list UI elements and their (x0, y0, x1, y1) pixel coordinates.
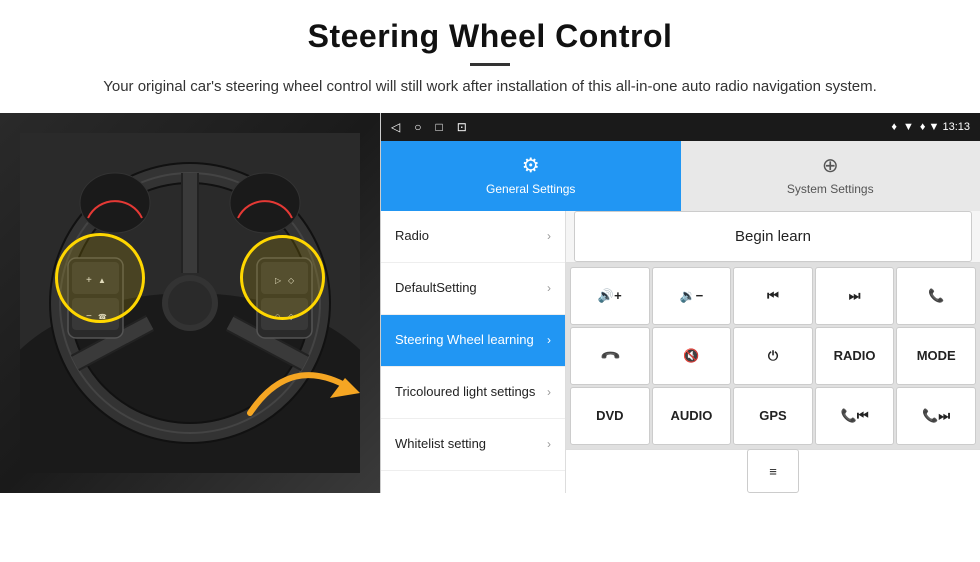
right-highlight-circle (240, 235, 325, 320)
content-area: + ▲ − ☎ ▷ ◇ ○ ◇ (0, 113, 980, 493)
radio-label: Radio (395, 228, 429, 244)
default-setting-label: DefaultSetting (395, 280, 477, 296)
audio-btn[interactable]: AUDIO (652, 387, 732, 445)
next-track-button[interactable]: ⏭ (815, 267, 895, 325)
audio-btn-label: AUDIO (670, 408, 712, 423)
list-icon: ≡ (769, 464, 777, 479)
mode-btn[interactable]: MODE (896, 327, 976, 385)
system-settings-icon: ⊕ (822, 153, 839, 178)
menu-item-default-setting[interactable]: DefaultSetting › (381, 263, 565, 315)
tab-system[interactable]: ⊕ System Settings (681, 141, 980, 211)
power-icon: ⏻ (768, 348, 778, 364)
general-settings-icon: ⚙ (522, 153, 540, 178)
recents-icon[interactable]: □ (435, 120, 442, 134)
begin-learn-button[interactable]: Begin learn (574, 211, 972, 262)
menu-item-radio[interactable]: Radio › (381, 211, 565, 263)
menu-item-whitelist[interactable]: Whitelist setting › (381, 419, 565, 471)
power-button[interactable]: ⏻ (733, 327, 813, 385)
nav-next-button[interactable]: 📞⏭ (896, 387, 976, 445)
hang-up-button[interactable]: 📞 (570, 327, 650, 385)
mode-btn-label: MODE (917, 348, 956, 363)
dvd-btn-label: DVD (596, 408, 623, 423)
android-panel: ◁ ○ □ ⊡ ♦ ▼ ♦ ▼ 13:13 ⚙ General Settings… (380, 113, 980, 493)
controls-grid: 🔊+ 🔉− ⏮ ⏭ 📞 📞 (566, 263, 980, 449)
dvd-btn[interactable]: DVD (570, 387, 650, 445)
radio-chevron: › (547, 229, 551, 243)
hang-up-icon: 📞 (598, 344, 621, 367)
location-icon: ♦ (891, 121, 897, 133)
menu-item-steering-wheel[interactable]: Steering Wheel learning › (381, 315, 565, 367)
mute-button[interactable]: 🔇 (652, 327, 732, 385)
menu-item-tricoloured[interactable]: Tricoloured light settings › (381, 367, 565, 419)
time-display: ♦ ▼ 13:13 (920, 121, 970, 133)
main-content: Radio › DefaultSetting › Steering Wheel … (381, 211, 980, 493)
home-icon[interactable]: ○ (414, 120, 421, 134)
prev-track-icon: ⏮ (767, 288, 779, 304)
phone-button[interactable]: 📞 (896, 267, 976, 325)
default-chevron: › (547, 281, 551, 295)
status-bar-nav: ◁ ○ □ ⊡ (391, 120, 467, 134)
right-panel: Begin learn 🔊+ 🔉− ⏮ ⏭ (566, 211, 980, 493)
general-tab-label: General Settings (486, 182, 575, 196)
bottom-icon-btn[interactable]: ≡ (747, 449, 799, 493)
whitelist-label: Whitelist setting (395, 436, 486, 452)
nav-prev-button[interactable]: 📞⏮ (815, 387, 895, 445)
vol-up-icon: 🔊+ (598, 288, 622, 304)
tricoloured-label: Tricoloured light settings (395, 384, 535, 400)
gps-btn-label: GPS (759, 408, 786, 423)
prev-track-button[interactable]: ⏮ (733, 267, 813, 325)
begin-learn-row: Begin learn (566, 211, 980, 263)
phone-icon: 📞 (928, 288, 944, 304)
left-highlight-circle (55, 233, 145, 323)
page-header: Steering Wheel Control Your original car… (0, 0, 980, 109)
left-menu: Radio › DefaultSetting › Steering Wheel … (381, 211, 566, 493)
begin-learn-label: Begin learn (735, 228, 811, 245)
steering-wheel-label: Steering Wheel learning (395, 332, 534, 348)
system-tab-label: System Settings (787, 182, 874, 196)
vol-down-icon: 🔉− (680, 288, 704, 304)
next-track-icon: ⏭ (849, 288, 861, 304)
bottom-row: ≡ (566, 449, 980, 493)
back-icon[interactable]: ◁ (391, 120, 400, 134)
gps-btn[interactable]: GPS (733, 387, 813, 445)
menu-icon[interactable]: ⊡ (457, 120, 467, 134)
status-bar-icons: ♦ ▼ ♦ ▼ 13:13 (891, 121, 970, 133)
status-bar: ◁ ○ □ ⊡ ♦ ▼ ♦ ▼ 13:13 (381, 113, 980, 141)
nav-next-icon: 📞⏭ (922, 408, 950, 424)
car-image-panel: + ▲ − ☎ ▷ ◇ ○ ◇ (0, 113, 380, 493)
radio-btn[interactable]: RADIO (815, 327, 895, 385)
mute-icon: 🔇 (683, 348, 699, 364)
title-divider (470, 63, 510, 66)
top-tabs: ⚙ General Settings ⊕ System Settings (381, 141, 980, 211)
signal-icon: ▼ (903, 121, 914, 133)
page-subtitle: Your original car's steering wheel contr… (40, 76, 940, 99)
vol-up-button[interactable]: 🔊+ (570, 267, 650, 325)
steering-chevron: › (547, 333, 551, 347)
tab-general[interactable]: ⚙ General Settings (381, 141, 681, 211)
vol-down-button[interactable]: 🔉− (652, 267, 732, 325)
radio-btn-label: RADIO (834, 348, 876, 363)
whitelist-chevron: › (547, 437, 551, 451)
page-title: Steering Wheel Control (40, 18, 940, 55)
nav-prev-icon: 📞⏮ (841, 408, 869, 424)
tricoloured-chevron: › (547, 385, 551, 399)
